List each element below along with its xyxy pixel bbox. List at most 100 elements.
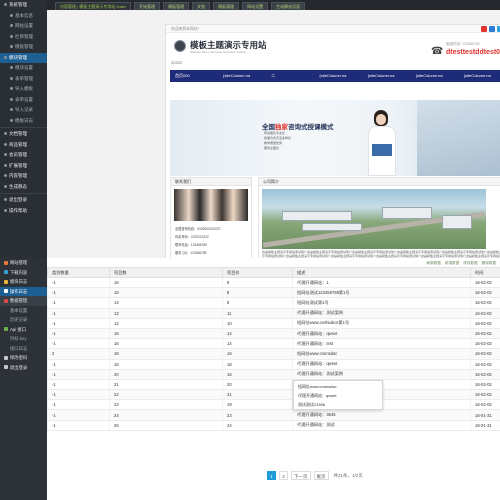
table-row[interactable]: -1 20 16 代理开通网站：测试案例 16-02-02 — [47, 369, 500, 380]
sidebar-item[interactable]: 下载内容 — [0, 268, 47, 278]
toolbar-button[interactable]: 新增数据 — [445, 261, 459, 266]
table-cell: -1 — [47, 297, 110, 309]
table-row[interactable]: -1 16 9 代理开通网站：1 16-02-02 — [47, 277, 500, 289]
sidebar-item[interactable]: 基本设置 — [0, 306, 47, 316]
sidebar-item[interactable]: 操作帮助 — [0, 206, 47, 217]
table-row[interactable]: -1 15 8 短网址测试123456789第1号 16-02-02 — [47, 287, 500, 299]
table-cell: 6 — [222, 297, 293, 309]
column-header[interactable]: 时间 — [470, 267, 500, 278]
table-cell: 20 — [109, 369, 223, 380]
table-row[interactable]: -1 16 18 代理开通网站：qwset 16-02-02 — [47, 359, 500, 370]
table-cell: 10 — [222, 318, 293, 329]
sidebar-item[interactable]: 模块设置 — [0, 63, 47, 74]
sidebar-item-label: 生成静态 — [9, 183, 27, 189]
data-panel: 刷新数据 新增数据 修改数据 删除数据 类别数量 项目数 项目价 描述 时间 -1 16 9 代理开… — [47, 258, 500, 500]
site-nav-item[interactable]: {siteColumn.na — [459, 70, 500, 82]
sidebar-item[interactable]: 操作日志 — [0, 286, 47, 296]
table-cell: 16-02-02 — [470, 348, 500, 360]
table-cell: 16-02-02 — [470, 297, 500, 309]
column-header[interactable]: 项目价 — [222, 267, 293, 278]
site-nav-item[interactable]: 二 — [266, 70, 314, 82]
sidebar-item-label: 基本信息 — [15, 12, 33, 18]
sidebar-item[interactable]: Api 接口 — [0, 325, 47, 335]
toolbar-button[interactable]: 修改数据 — [463, 261, 477, 266]
sidebar-item-label: 目标 key — [10, 336, 27, 341]
sidebar-item[interactable]: 表单设置 — [0, 95, 47, 106]
sidebar-item[interactable]: 模板管理 — [0, 42, 47, 53]
page-1-button[interactable]: 1 — [267, 471, 276, 480]
sidebar-item[interactable]: 退出登录 — [0, 363, 47, 373]
toolbar-button[interactable]: 刷新数据 — [427, 261, 441, 266]
menu-icon — [4, 289, 8, 294]
sidebar-item[interactable]: 导入记录 — [0, 105, 47, 116]
table-row[interactable]: -1 15 14 代理开通网站：qwset 16-02-02 — [47, 328, 500, 340]
sidebar-item[interactable]: 模块日志 — [0, 277, 47, 287]
table-cell: 15 — [109, 328, 223, 340]
sidebar-item-label: 网站设置 — [15, 23, 33, 28]
table-cell: 代理开通网站：3545 — [292, 409, 471, 421]
toolbar-button[interactable]: 删除数据 — [482, 261, 496, 266]
sidebar-item[interactable]: 商品管理 — [0, 140, 47, 151]
site-nav-item[interactable]: {siteColumn.na — [411, 70, 459, 82]
table-row[interactable]: -1 24 23 代理开通网站：3545 16-01-31 — [47, 409, 500, 421]
sidebar-item[interactable]: 网站管理 — [0, 258, 47, 268]
bullet-icon — [10, 34, 13, 38]
sidebar-item-label: 模板管理 — [15, 44, 33, 49]
sidebar-item-label: 历史记录 — [10, 317, 28, 322]
table-cell: 代理开通网站：test — [292, 338, 471, 350]
sidebar-item[interactable]: 目标 key — [0, 334, 47, 344]
column-header[interactable]: 类别数量 — [47, 267, 110, 278]
table-row[interactable]: -1 16 14 代理开通网站：test 16-02-02 — [47, 338, 500, 350]
sidebar-item[interactable]: 数据管理 — [0, 296, 47, 306]
sidebar-item[interactable]: 系统管理 — [0, 0, 47, 11]
table-cell: -1 — [47, 389, 110, 401]
sidebar-item[interactable]: 修改密码 — [0, 353, 47, 363]
tooltip-line: 测试测试23456 — [298, 402, 326, 407]
table-row[interactable]: -1 12 10 短网址www.ceshiabce第1号 16-02-02 — [47, 318, 500, 329]
table-row[interactable]: -12319短网址测试第1号16-02-02 — [47, 399, 500, 411]
weibo-icon[interactable] — [481, 26, 487, 32]
qq-icon[interactable] — [489, 26, 495, 32]
bullet-icon — [10, 87, 13, 91]
table-row[interactable]: -1 25 24 代理开通网站：测试 16-01-31 — [47, 420, 500, 431]
table-row[interactable]: -12221短网址测试第1号16-02-02 — [47, 389, 500, 401]
bullet-icon — [10, 45, 13, 49]
last-page-button[interactable]: 尾页 — [313, 471, 329, 480]
sidebar-item[interactable]: 退出登录 — [0, 195, 47, 206]
site-nav-item[interactable]: {siteColumn.na — [218, 70, 266, 82]
contact-line: 联系电话：123456789 — [175, 243, 207, 247]
table-row[interactable]: 2 18 16 短网址www.cnnnsdsc 16-02-02 — [47, 348, 500, 360]
banner-bullet: 授课方式灵活多样化 — [264, 136, 292, 140]
site-nav-item[interactable]: 首页000 — [170, 70, 218, 82]
page-2-button[interactable]: 2 — [279, 471, 288, 480]
table-row[interactable]: -1 13 11 代理开通网站：测试案例 16-02-02 — [47, 308, 500, 319]
sidebar-item[interactable]: 栏目管理 — [0, 32, 47, 43]
hover-tooltip: 短网址www.cnnnsdsc 代理开通网站：qwset 测试测试23456 — [293, 380, 383, 410]
site-nav-item[interactable]: {siteColumn.na — [314, 70, 362, 82]
table-cell: 18 — [109, 348, 223, 360]
pagination: 1 2 下一页 尾页 共21条，1/2页 — [267, 471, 363, 480]
sidebar-item[interactable]: 基本信息 — [0, 11, 47, 22]
sidebar-item[interactable]: 生成静态 — [0, 182, 47, 193]
column-header[interactable]: 项目数 — [109, 267, 223, 278]
site-nav-item[interactable]: {siteColumn.na — [363, 70, 411, 82]
sidebar-item[interactable]: 表单管理 — [0, 74, 47, 85]
table-cell: 16-02-02 — [470, 379, 500, 391]
table-cell: 16-02-02 — [470, 369, 500, 380]
column-header[interactable]: 描述 — [292, 267, 471, 278]
sidebar-item[interactable]: 会员管理 — [0, 150, 47, 161]
sidebar-item[interactable]: 接口日志 — [0, 344, 47, 354]
menu-icon — [4, 355, 8, 360]
bullet-icon — [10, 66, 13, 70]
table-row[interactable]: -1 14 6 短网址测试第1号 16-02-02 — [47, 297, 500, 309]
sidebar-item[interactable]: 模板日志 — [0, 116, 47, 127]
table-row[interactable]: -12120代理开通网站：测试16-02-02 — [47, 379, 500, 391]
sidebar-item[interactable]: 扩展管理 — [0, 161, 47, 172]
sidebar-item[interactable]: 导入模板 — [0, 84, 47, 95]
next-page-button[interactable]: 下一页 — [291, 471, 311, 480]
sidebar-item[interactable]: 内容管理 — [0, 171, 47, 182]
sidebar-item[interactable]: 历史记录 — [0, 315, 47, 325]
sidebar-item[interactable]: 模块管理 — [0, 52, 47, 63]
sidebar-item[interactable]: 文档管理 — [0, 129, 47, 140]
sidebar-item[interactable]: 网站设置 — [0, 21, 47, 32]
